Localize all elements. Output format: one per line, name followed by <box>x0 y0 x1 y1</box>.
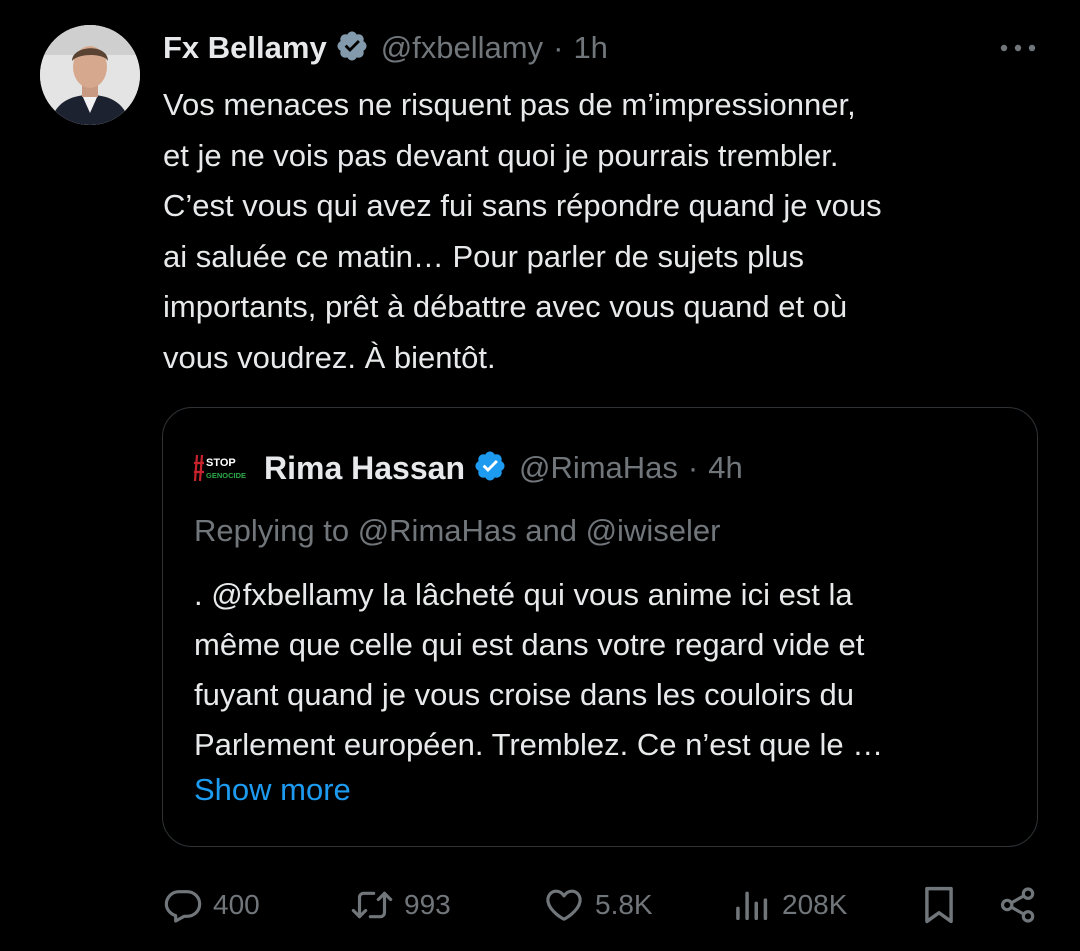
tweet-text: Vos menaces ne risquent pas de m’impress… <box>163 87 882 375</box>
reply-icon <box>164 890 202 923</box>
quoted-author-avatar[interactable]: STOP GENOCIDE <box>193 453 248 483</box>
views-button[interactable]: 208K <box>732 880 847 930</box>
quoted-author-handle[interactable]: @RimaHas <box>519 450 678 486</box>
quoted-author-name[interactable]: Rima Hassan <box>264 450 465 487</box>
show-more-link[interactable]: Show more <box>194 772 351 808</box>
like-button[interactable]: 5.8K <box>543 880 653 930</box>
reply-context: Replying to @RimaHas and @iwiseler <box>194 513 721 548</box>
author-avatar[interactable] <box>40 25 140 125</box>
retweet-count: 993 <box>404 889 451 920</box>
like-count: 5.8K <box>595 889 653 920</box>
bookmark-button[interactable] <box>920 880 958 930</box>
separator-dot: · <box>687 450 699 485</box>
quoted-tweet-text: . @fxbellamy la lâcheté qui vous anime i… <box>194 577 884 762</box>
share-button[interactable] <box>998 880 1038 930</box>
quoted-avatar-text-top: STOP <box>206 457 236 469</box>
views-icon <box>736 891 768 920</box>
views-count: 208K <box>782 889 848 920</box>
action-bar: 400 993 5.8K 208K <box>0 880 1080 930</box>
author-name[interactable]: Fx Bellamy <box>163 30 327 66</box>
verified-badge-icon[interactable] <box>335 29 369 68</box>
author-handle[interactable]: @fxbellamy <box>381 30 543 66</box>
retweet-icon <box>351 891 393 919</box>
reply-button[interactable]: 400 <box>163 880 260 930</box>
verified-badge-icon[interactable] <box>473 449 507 488</box>
reply-count: 400 <box>213 889 260 920</box>
tweet-header: Fx Bellamy @fxbellamy · 1h <box>163 26 608 70</box>
bookmark-icon <box>925 886 953 924</box>
quoted-tweet-timestamp[interactable]: 4h <box>708 450 742 486</box>
heart-icon <box>546 889 582 921</box>
more-options-icon[interactable] <box>998 38 1038 58</box>
retweet-button[interactable]: 993 <box>350 880 451 930</box>
separator-dot: · <box>553 30 564 65</box>
quoted-tweet[interactable]: STOP GENOCIDE Rima Hassan @RimaHas · 4h … <box>162 407 1038 847</box>
tweet-timestamp[interactable]: 1h <box>573 30 607 66</box>
quoted-tweet-header: Rima Hassan @RimaHas · 4h <box>264 446 743 490</box>
share-icon <box>1000 887 1035 923</box>
quoted-avatar-text-bottom: GENOCIDE <box>206 471 246 480</box>
